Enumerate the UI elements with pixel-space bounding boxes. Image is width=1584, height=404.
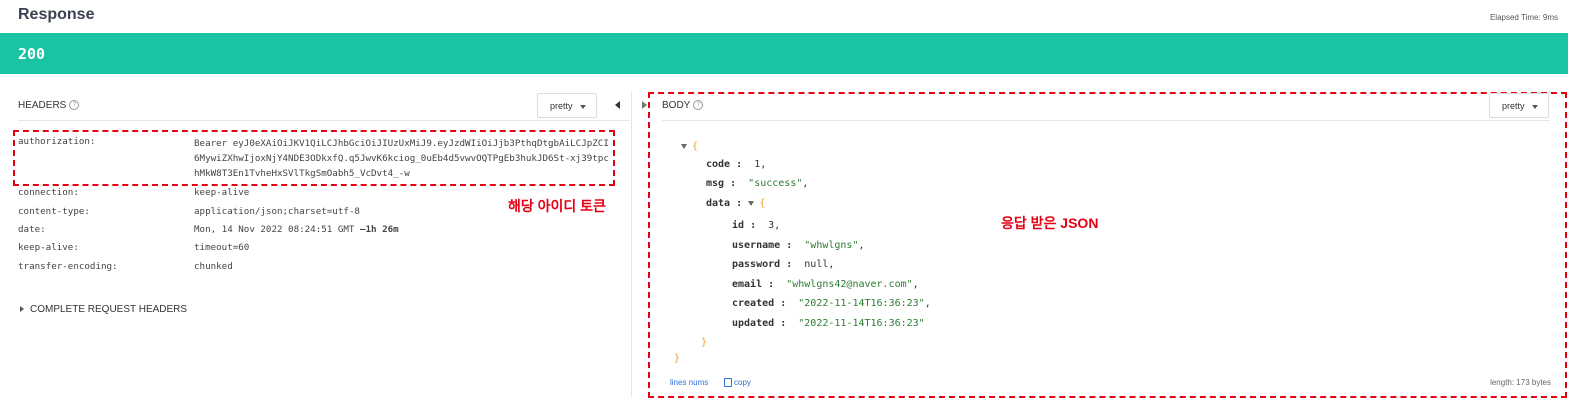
- status-bar: 200: [0, 33, 1568, 74]
- header-key: date:: [18, 224, 46, 235]
- complete-request-headers-label: COMPLETE REQUEST HEADERS: [30, 304, 188, 315]
- body-pretty-label: pretty: [1502, 101, 1525, 111]
- token-annotation: 해당 아이디 토큰: [508, 198, 606, 214]
- json-key: username: [732, 240, 781, 251]
- json-root-open: {: [681, 141, 698, 152]
- pane-divider[interactable]: [631, 92, 632, 397]
- header-key: content-type:: [18, 206, 90, 217]
- json-line-code: code : 1,: [706, 159, 767, 170]
- json-key: msg: [706, 178, 725, 189]
- json-key: id: [732, 220, 745, 231]
- headers-label-text: HEADERS: [18, 100, 67, 111]
- json-line-username: username : "whwlgns",: [732, 240, 865, 251]
- json-brace: }: [674, 353, 681, 364]
- json-line-data: data : {: [706, 198, 766, 209]
- json-annotation: 응답 받은 JSON: [1001, 215, 1099, 231]
- copy-icon: [724, 378, 732, 388]
- json-brace: {: [759, 198, 766, 209]
- json-value: 3: [768, 220, 775, 231]
- json-line-created: created : "2022-11-14T16:36:23",: [732, 298, 931, 309]
- json-value: "2022-11-14T16:36:23": [798, 318, 925, 329]
- json-value: "success": [748, 178, 803, 189]
- body-section-label: BODY?: [662, 100, 704, 111]
- complete-request-headers-toggle[interactable]: COMPLETE REQUEST HEADERS: [20, 304, 187, 315]
- headers-separator: [18, 120, 630, 121]
- copy-label: copy: [734, 378, 751, 387]
- json-value: null: [804, 259, 829, 270]
- json-key: password: [732, 259, 781, 270]
- header-value: timeout=60: [194, 242, 250, 253]
- header-value: chunked: [194, 261, 233, 272]
- json-brace: {: [692, 141, 699, 152]
- json-data-close: }: [701, 337, 707, 348]
- headers-pretty-label: pretty: [550, 101, 573, 111]
- body-label-text: BODY: [662, 100, 691, 111]
- json-key: created: [732, 298, 775, 309]
- response-length: length: 173 bytes: [1490, 378, 1551, 387]
- json-value: 1: [754, 159, 761, 170]
- caret-right-icon: [20, 306, 24, 313]
- header-value: keep-alive: [194, 187, 250, 198]
- collapse-icon[interactable]: [681, 143, 687, 149]
- status-code: 200: [18, 45, 46, 63]
- json-root-close: }: [674, 353, 680, 364]
- relative-time: —1h 26m: [359, 224, 399, 235]
- headers-section-label: HEADERS?: [18, 100, 80, 111]
- json-line-password: password : null,: [732, 259, 835, 270]
- elapsed-time: Elapsed Time: 9ms: [1489, 13, 1558, 22]
- json-brace: }: [701, 337, 708, 348]
- json-value: "whwlgns": [804, 240, 859, 251]
- header-value: application/json;charset=utf-8: [194, 206, 360, 217]
- collapse-icon[interactable]: [748, 200, 755, 206]
- json-key: data: [706, 198, 731, 209]
- body-separator: [662, 120, 1550, 121]
- json-line-msg: msg : "success",: [706, 178, 809, 189]
- json-key: code: [706, 159, 731, 170]
- collapse-right-pane-icon[interactable]: [642, 101, 647, 109]
- json-value: "2022-11-14T16:36:23": [798, 298, 925, 309]
- header-key: transfer-encoding:: [18, 261, 118, 272]
- json-key: updated: [732, 318, 775, 329]
- header-key: connection:: [18, 187, 79, 198]
- chevron-down-icon: [1532, 105, 1538, 109]
- line-numbers-link[interactable]: lines nums: [670, 378, 708, 387]
- json-value: "whwlgns42@naver.com": [786, 279, 913, 290]
- collapse-left-pane-icon[interactable]: [615, 101, 620, 109]
- json-line-id: id : 3,: [732, 220, 781, 231]
- response-title: Response: [18, 6, 95, 23]
- json-line-updated: updated : "2022-11-14T16:36:23": [732, 318, 925, 329]
- date-value: Mon, 14 Nov 2022 08:24:51 GMT: [194, 224, 355, 235]
- body-pretty-dropdown[interactable]: pretty: [1489, 93, 1549, 118]
- chevron-down-icon: [580, 105, 586, 109]
- json-line-email: email : "whwlgns42@naver.com",: [732, 279, 919, 290]
- headers-pretty-dropdown[interactable]: pretty: [537, 93, 597, 118]
- copy-button[interactable]: copy: [724, 378, 751, 388]
- help-icon[interactable]: ?: [69, 100, 80, 110]
- help-icon[interactable]: ?: [693, 100, 704, 110]
- authorization-highlight-box: [13, 130, 615, 186]
- json-key: email: [732, 279, 763, 290]
- header-value: Mon, 14 Nov 2022 08:24:51 GMT —1h 26m: [194, 224, 399, 235]
- header-key: keep-alive:: [18, 242, 79, 253]
